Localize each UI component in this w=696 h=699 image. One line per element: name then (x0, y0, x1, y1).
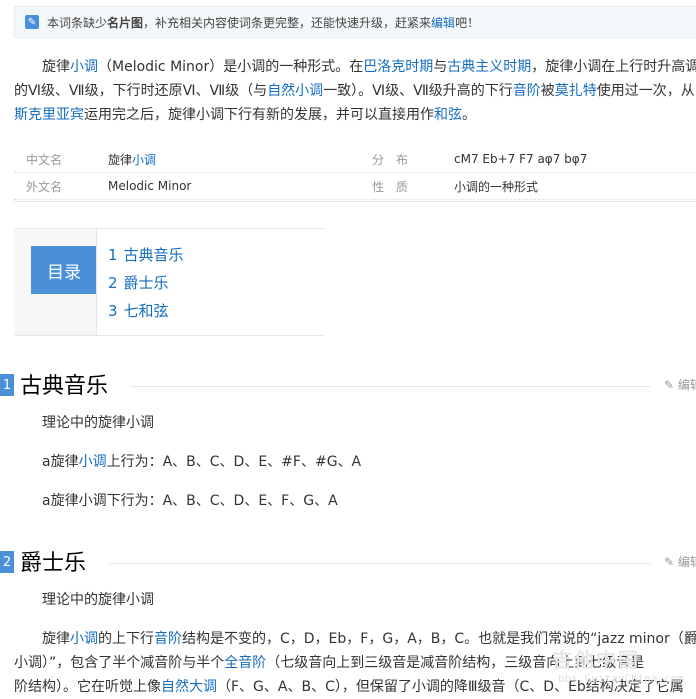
section-paragraph: 理论中的旋律小调 (42, 415, 154, 431)
section-title: 爵士乐 (20, 551, 87, 576)
link-minor[interactable]: 小调 (70, 59, 98, 75)
info-row: 外文名 Melodic Minor 性 质 小调的一种形式 (14, 173, 696, 200)
toc-item-num: 1 (108, 246, 118, 264)
info-key: 中文名 (26, 152, 63, 167)
link-scriabin[interactable]: 斯克里亚宾 (14, 107, 84, 123)
intro-line-1: 旋律小调（Melodic Minor）是小调的一种形式。在巴洛克时期与古典主义时… (14, 55, 696, 79)
notice-prefix: 本词条缺少 (47, 15, 108, 30)
para-text: 小调）”，包含了半个减音阶与半个 (14, 655, 225, 671)
para-text: 阶结构）。它在听觉上像 (14, 679, 161, 695)
intro-line-3: 斯克里亚宾运用完之后，旋律小调下行有新的发展，并可以直接用作和弦。 (14, 103, 696, 127)
intro-text: ，旋律小调在上行时升高调内 (531, 59, 696, 75)
section-heading-classical: 1 古典音乐 ✎ 编辑 (0, 370, 696, 400)
section-divider (130, 386, 650, 387)
info-value: 旋律小调 (108, 151, 372, 168)
info-row: 中文名 旋律小调 分 布 cM7 Eb+7 F7 aφ7 bφ7 (14, 146, 696, 173)
section-paragraph: a旋律小调下行为：A、B、C、D、E、F、G、A (42, 493, 338, 509)
section-number: 2 (0, 551, 14, 573)
notice-middle: ，补充相关内容使词条更完整，还能快速升级，赶紧来 (143, 15, 432, 30)
link-chord[interactable]: 和弦 (434, 107, 462, 123)
notice-edit-link[interactable]: 编辑 (431, 14, 455, 31)
intro-text: 一致）。Ⅵ级、Ⅶ级升高的下行 (323, 83, 513, 99)
link-scale[interactable]: 音阶 (154, 631, 182, 647)
watermark-logo: 吉他中国 bbs.GuitarChina.com (552, 640, 696, 691)
pencil-icon: ✎ (25, 15, 39, 29)
notice-suffix: 吧！ (455, 15, 480, 30)
section-paragraph: 理论中的旋律小调 (42, 592, 154, 608)
para-text: 上行为：A、B、C、D、E、#F、#G、A (106, 454, 362, 470)
para-text: a旋律 (42, 454, 79, 470)
link-natural-minor[interactable]: 自然小调 (267, 83, 323, 99)
section-number: 1 (0, 374, 14, 396)
section-paragraph: a旋律小调上行为：A、B、C、D、E、#F、#G、A (14, 450, 696, 474)
section-edit-button[interactable]: ✎ 编辑 (664, 376, 696, 393)
toc-item-num: 2 (108, 274, 118, 292)
basic-info-table: 中文名 旋律小调 分 布 cM7 Eb+7 F7 aφ7 bφ7 外文名 Mel… (14, 146, 696, 200)
info-value: cM7 Eb+7 F7 aφ7 bφ7 (454, 152, 588, 166)
section-heading-jazz: 2 爵士乐 ✎ 编辑 (0, 547, 696, 577)
info-key: 性 质 (372, 179, 409, 194)
link-scale[interactable]: 音阶 (513, 83, 541, 99)
toc-item-seventh-chord[interactable]: 3 七和弦 (108, 297, 184, 325)
link-minor[interactable]: 小调 (70, 631, 98, 647)
info-value: 小调的一种形式 (454, 179, 539, 194)
watermark-url: bbs.GuitarChina.com (558, 672, 684, 685)
link-mozart[interactable]: 莫扎特 (555, 83, 597, 99)
intro-line-2: 的Ⅵ级、Ⅶ级，下行时还原Ⅵ、Ⅶ级（与自然小调一致）。Ⅵ级、Ⅶ级升高的下行音阶被莫… (14, 79, 696, 103)
link-natural-major[interactable]: 自然大调 (161, 679, 217, 695)
section-edit-button[interactable]: ✎ 编辑 (664, 553, 696, 570)
toc-item-num: 3 (108, 302, 118, 320)
toc-list: 1 古典音乐 2 爵士乐 3 七和弦 (96, 229, 184, 335)
toc-item-jazz[interactable]: 2 爵士乐 (108, 269, 184, 297)
notice-bar: ✎ 本词条缺少 名片图 ，补充相关内容使词条更完整，还能快速升级，赶紧来 编辑 吧！ (14, 6, 696, 38)
toc-item-classical[interactable]: 1 古典音乐 (108, 241, 184, 269)
toc-item-text: 爵士乐 (123, 274, 169, 292)
toc-label: 目录 (31, 246, 97, 294)
toc-item-text: 七和弦 (123, 302, 169, 320)
info-divider (14, 201, 696, 202)
section-title: 古典音乐 (20, 374, 109, 399)
info-key: 外文名 (26, 179, 63, 194)
intro-text: 旋律 (42, 59, 70, 75)
section-divider (110, 563, 650, 564)
intro-text: 被 (540, 83, 555, 99)
toc-left-panel: 目录 (14, 229, 97, 335)
para-text: 旋律 (42, 631, 70, 647)
info-value-link[interactable]: 小调 (132, 153, 156, 167)
link-whole-tone[interactable]: 全音阶 (224, 655, 266, 671)
watermark-mark: 吉他中国 (552, 648, 640, 672)
intro-text: 运用完之后，旋律小调下行有新的发展，并可以直接用作 (84, 107, 434, 123)
para-text: 的上下行 (98, 631, 154, 647)
info-value: Melodic Minor (108, 179, 192, 193)
intro-text: 。 (462, 107, 476, 123)
intro-text: （Melodic Minor）是小调的一种形式。在 (98, 59, 364, 75)
table-of-contents: 目录 1 古典音乐 2 爵士乐 3 七和弦 (14, 228, 324, 336)
info-key: 分 布 (372, 152, 409, 167)
intro-text: 使用过一次，从 (596, 83, 695, 99)
toc-item-text: 古典音乐 (123, 246, 184, 264)
intro-text: 与 (433, 59, 448, 75)
intro-text: 的Ⅵ级、Ⅶ级，下行时还原Ⅵ、Ⅶ级（与 (14, 83, 268, 99)
info-value-text: 旋律 (108, 152, 133, 167)
link-classical[interactable]: 古典主义时期 (447, 59, 531, 75)
link-baroque[interactable]: 巴洛克时期 (363, 59, 433, 75)
link-minor[interactable]: 小调 (79, 454, 107, 470)
notice-bold: 名片图 (107, 15, 144, 30)
